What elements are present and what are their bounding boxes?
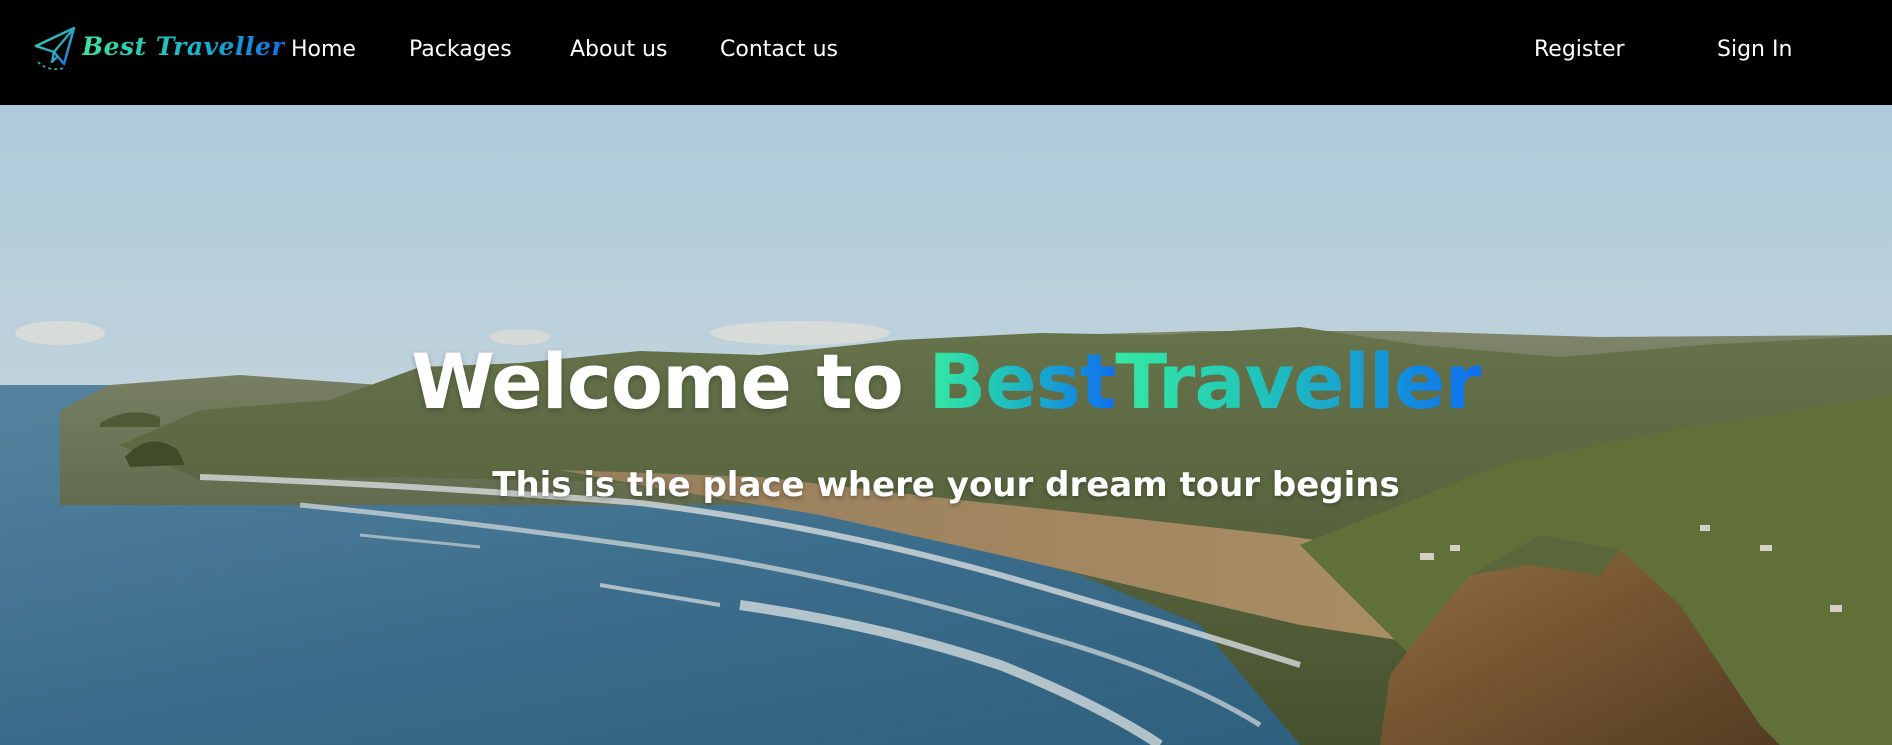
nav-about-link[interactable]: About us bbox=[570, 37, 667, 62]
hero-title-prefix: Welcome to bbox=[411, 337, 929, 426]
hero-title: Welcome to BestTraveller bbox=[0, 337, 1892, 426]
sign-in-link[interactable]: Sign In bbox=[1717, 37, 1792, 62]
nav-home-link[interactable]: Home bbox=[291, 37, 356, 62]
navbar: Best Traveller Home Packages About us Co… bbox=[0, 0, 1892, 105]
nav-packages-link[interactable]: Packages bbox=[409, 37, 512, 62]
register-link[interactable]: Register bbox=[1534, 37, 1625, 62]
hero-section: Welcome to BestTraveller This is the pla… bbox=[0, 105, 1892, 745]
hero-title-brand-traveller: Traveller bbox=[1115, 337, 1481, 426]
brand-logo-text: Best Traveller bbox=[82, 32, 286, 61]
hero-subtitle: This is the place where your dream tour … bbox=[492, 465, 1400, 505]
brand-logo[interactable]: Best Traveller bbox=[34, 24, 285, 74]
nav-contact-link[interactable]: Contact us bbox=[720, 37, 838, 62]
paper-plane-icon bbox=[34, 26, 76, 70]
hero-title-brand-best: Best bbox=[928, 337, 1116, 426]
